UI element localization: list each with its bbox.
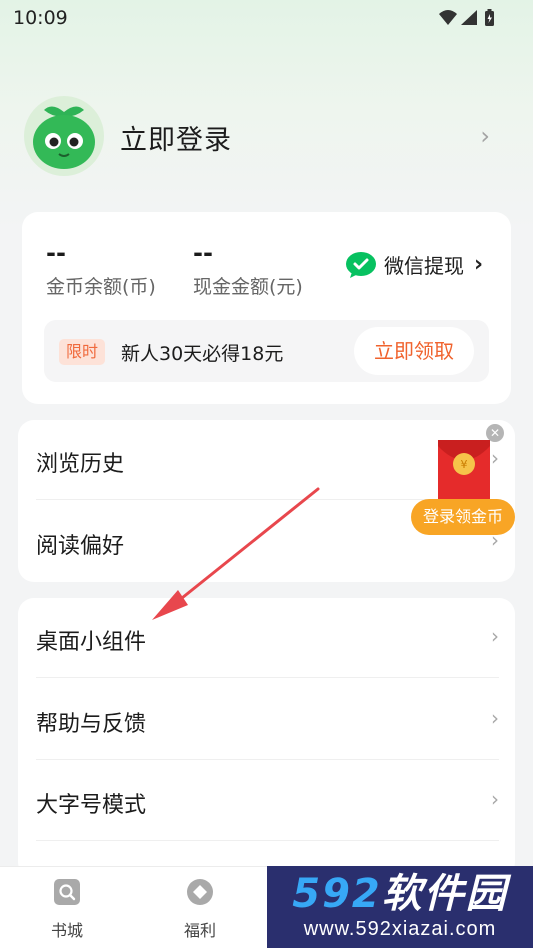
status-bar: 10:09: [0, 0, 533, 38]
tab-label: 福利: [183, 921, 216, 940]
wechat-icon: [346, 251, 376, 278]
chevron-right-icon: ›: [491, 706, 499, 730]
login-header[interactable]: 立即登录 ›: [24, 96, 502, 176]
cash-balance-value: --: [193, 239, 213, 267]
tab-bookstore[interactable]: 书城: [32, 877, 102, 941]
watermark-logo: 592软件园 www.592xiazai.com: [267, 866, 533, 948]
watermark-url: www.592xiazai.com: [303, 918, 497, 940]
menu-item-large-font[interactable]: 大字号模式 ›: [18, 761, 515, 841]
status-time: 10:09: [13, 7, 68, 29]
menu-item-help-feedback[interactable]: 帮助与反馈 ›: [18, 680, 515, 760]
tab-label: 书城: [50, 921, 83, 940]
wechat-withdraw-button[interactable]: 微信提现 ›: [346, 250, 483, 279]
cash-balance[interactable]: -- 现金金额(元): [193, 240, 303, 299]
chevron-right-icon: ›: [491, 624, 499, 648]
divider: [36, 840, 499, 841]
wechat-withdraw-label: 微信提现: [384, 254, 464, 278]
promo-text: 新人30天必得18元: [121, 343, 284, 365]
avatar[interactable]: [24, 96, 104, 176]
limited-badge: 限时: [59, 339, 106, 365]
menu-item-label: 阅读偏好: [36, 534, 125, 559]
watermark-brand-number: 592: [292, 871, 382, 917]
coin-balance[interactable]: -- 金币余额(币): [46, 240, 156, 299]
newbie-promo-banner: 限时 新人30天必得18元 立即领取: [44, 320, 489, 382]
menu-item-label: 大字号模式: [36, 793, 147, 818]
coin-balance-label: 金币余额(币): [46, 276, 156, 298]
menu-item-label: 桌面小组件: [36, 630, 147, 655]
menu-item-label: 帮助与反馈: [36, 712, 147, 737]
menu-group-2: 桌面小组件 › 帮助与反馈 › 大字号模式 ›: [18, 598, 515, 878]
wifi-icon: [439, 10, 457, 25]
tab-welfare[interactable]: 福利: [165, 877, 235, 941]
chevron-right-icon: ›: [474, 252, 484, 277]
wallet-card: -- 金币余额(币) -- 现金金额(元) 微信提现 › 限时 新人30天必得1…: [22, 212, 511, 404]
status-icons: [439, 9, 494, 26]
divider: [36, 759, 499, 760]
coin-balance-value: --: [46, 239, 66, 267]
login-reward-float[interactable]: ✕ ¥ 登录领金币: [410, 424, 520, 540]
menu-item-label: 浏览历史: [36, 452, 125, 477]
divider: [36, 677, 499, 678]
chevron-right-icon: ›: [491, 787, 499, 811]
coin-symbol: ¥: [461, 458, 468, 471]
login-reward-label[interactable]: 登录领金币: [411, 499, 515, 535]
watermark-brand: 592软件园: [275, 871, 525, 917]
signal-icon: [461, 10, 477, 25]
chevron-right-icon: ›: [480, 122, 490, 150]
search-book-icon: [54, 879, 80, 905]
diamond-icon: [187, 879, 213, 905]
claim-now-button[interactable]: 立即领取: [354, 327, 474, 375]
watermark-brand-text: 软件园: [381, 871, 508, 917]
battery-icon: [485, 9, 494, 26]
menu-item-desktop-widget[interactable]: 桌面小组件 ›: [18, 598, 515, 678]
cash-balance-label: 现金金额(元): [193, 276, 303, 298]
login-label[interactable]: 立即登录: [120, 118, 232, 157]
